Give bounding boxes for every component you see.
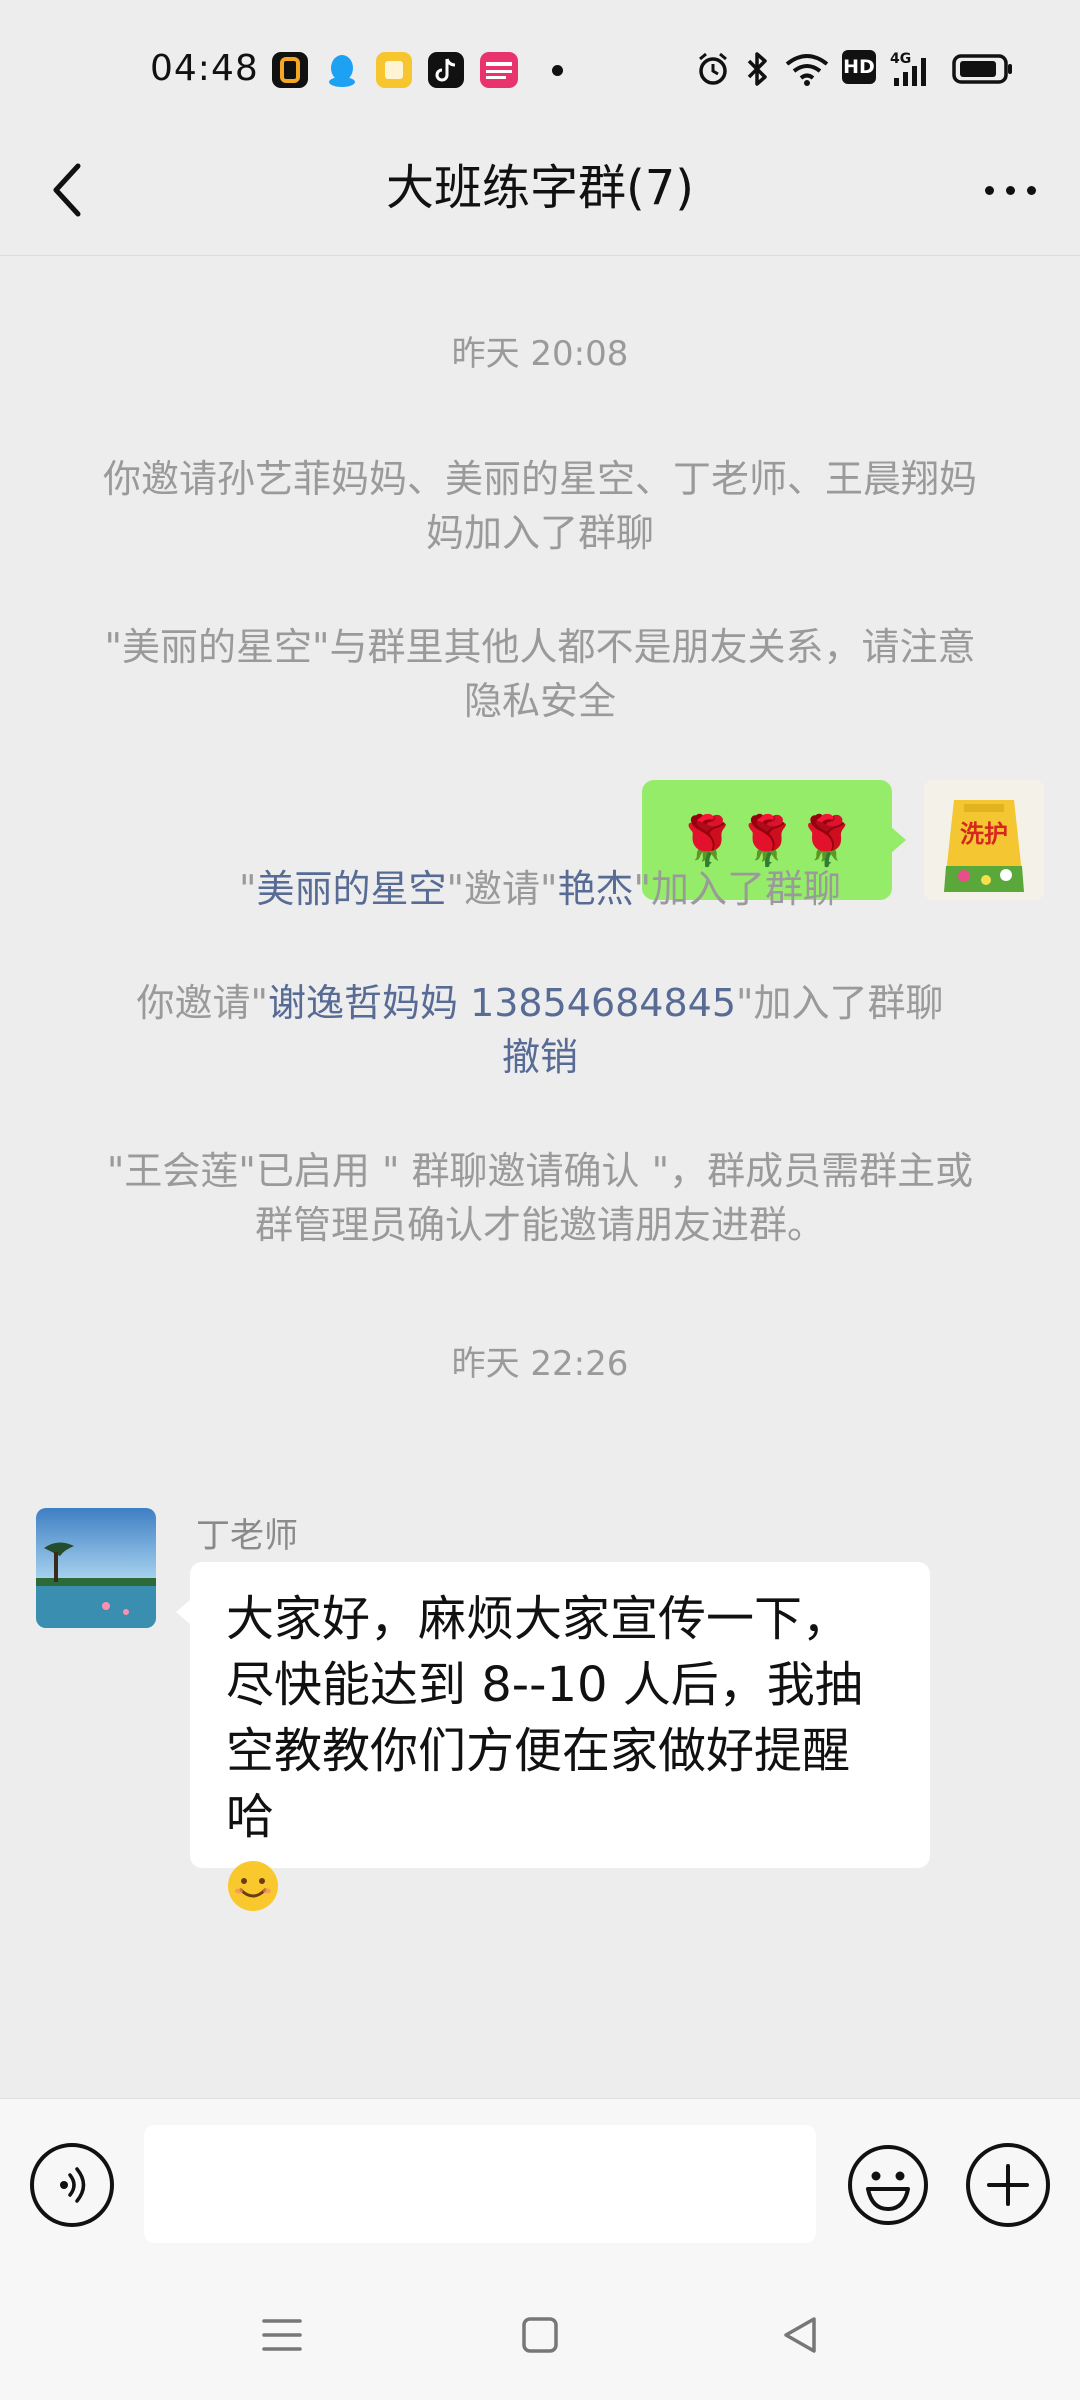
more-dot-icon [1005, 185, 1015, 195]
voice-button[interactable] [30, 2143, 114, 2227]
back-nav-button[interactable] [770, 2310, 830, 2360]
home-square-icon [522, 2317, 558, 2353]
svg-text:洗护: 洗护 [960, 821, 1008, 848]
voice-icon [60, 2167, 86, 2203]
battery-icon [952, 50, 1014, 92]
system-message-invite-self: 你邀请"谢逸哲妈妈 13854684845"加入了群聊 撤销 [136, 981, 944, 1079]
emoji-button[interactable] [846, 2143, 930, 2227]
back-triangle-icon [784, 2317, 816, 2353]
notes-icon [376, 52, 412, 88]
chat-header: 大班练字群(7) [0, 130, 1080, 256]
status-bar: 04:48 HD 4G [0, 0, 1080, 130]
app-o-icon [272, 52, 308, 88]
add-button[interactable] [966, 2143, 1050, 2227]
system-message: "王会莲"已启用 " 群聊邀请确认 "，群成员需群主或群管理员确认才能邀请朋友进… [106, 1149, 974, 1247]
menu-nav-button[interactable] [252, 2310, 312, 2360]
smile-emoji-icon [226, 1859, 280, 1913]
plus-icon [987, 2164, 1029, 2206]
timestamp: 昨天 22:26 [451, 1344, 629, 1384]
alarm-icon [694, 50, 732, 92]
avatar[interactable] [36, 1508, 156, 1628]
hd-icon: HD [842, 50, 876, 84]
input-bar [0, 2098, 1080, 2271]
wifi-icon [784, 50, 830, 92]
system-message: "美丽的星空"与群里其他人都不是朋友关系，请注意隐私安全 [104, 625, 976, 723]
member-link[interactable]: 美丽的星空 [257, 867, 447, 911]
status-time: 04:48 [150, 48, 259, 89]
message-input[interactable] [144, 2125, 816, 2243]
member-link[interactable]: 艳杰 [557, 867, 633, 911]
menu-icon [262, 2319, 302, 2351]
tiktok-icon [428, 52, 464, 88]
system-message-invite: "美丽的星空"邀请"艳杰"加入了群聊 [239, 867, 841, 911]
rose-emoji: 🌹🌹🌹 [677, 812, 857, 869]
timestamp: 昨天 20:08 [451, 334, 629, 374]
undo-link[interactable]: 撤销 [502, 1035, 578, 1079]
qq-icon [324, 52, 360, 88]
home-nav-button[interactable] [510, 2310, 570, 2360]
store-icon [480, 52, 518, 88]
dot-icon [552, 65, 563, 76]
svg-text:4G: 4G [890, 51, 911, 67]
bluetooth-icon [742, 50, 772, 92]
signal-4g-icon: 4G [890, 50, 930, 92]
message-text: 大家好，麻烦大家宣传一下，尽快能达到 8--10 人后，我抽空教教你们方便在家做… [226, 1591, 863, 1845]
system-nav-bar [0, 2270, 1080, 2400]
more-dot-icon [1026, 185, 1036, 195]
more-dot-icon [984, 185, 994, 195]
other-message-bubble[interactable]: 大家好，麻烦大家宣传一下，尽快能达到 8--10 人后，我抽空教教你们方便在家做… [176, 1562, 930, 1911]
smiley-icon [848, 2145, 928, 2225]
chat-title: 大班练字群(7) [386, 160, 694, 216]
member-link[interactable]: 谢逸哲妈妈 13854684845 [268, 981, 736, 1025]
more-options-button[interactable] [960, 150, 1060, 230]
sender-name: 丁老师 [196, 1516, 298, 1556]
system-message: 你邀请孙艺菲妈妈、美丽的星空、丁老师、王晨翔妈妈加入了群聊 [102, 457, 977, 555]
